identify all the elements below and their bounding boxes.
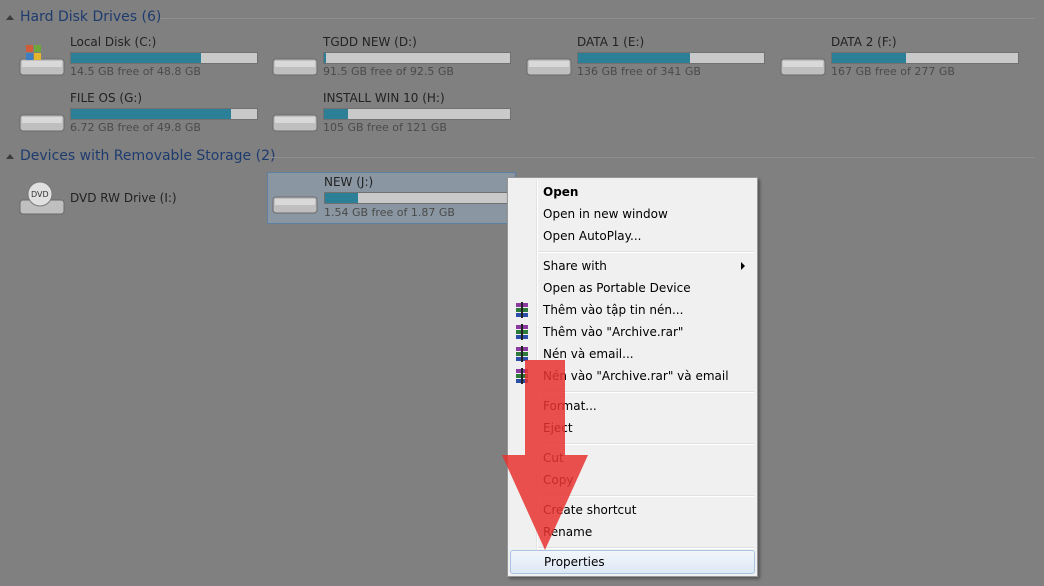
menu-item-rename[interactable]: Rename (510, 521, 753, 543)
drive-name: TGDD NEW (D:) (323, 35, 417, 49)
group-title: Hard Disk Drives (6) (20, 9, 162, 25)
drive-name: FILE OS (G:) (70, 91, 143, 105)
menu-separator (538, 251, 754, 253)
menu-separator (538, 547, 754, 549)
hard-drive-icon (780, 58, 826, 76)
group-divider (266, 157, 1035, 158)
group-header-removable-storage[interactable]: Devices with Removable Storage (2) (6, 148, 275, 164)
menu-separator (538, 443, 754, 445)
winrar-icon (516, 324, 528, 340)
free-space: 14.5 GB free of 48.8 GB (70, 65, 201, 78)
drive-e[interactable]: DATA 1 (E:) 136 GB free of 341 GB (525, 35, 775, 85)
menu-item-eject[interactable]: Eject (510, 417, 753, 439)
menu-item-share-with[interactable]: Share with (510, 255, 753, 277)
collapse-arrow-icon[interactable] (6, 14, 14, 20)
capacity-bar (323, 52, 511, 64)
drive-name: Local Disk (C:) (70, 35, 157, 49)
drive-g[interactable]: FILE OS (G:) 6.72 GB free of 49.8 GB (18, 91, 268, 141)
menu-item-open[interactable]: Open (510, 181, 753, 203)
free-space: 136 GB free of 341 GB (577, 65, 701, 78)
capacity-bar (324, 192, 512, 204)
capacity-bar (323, 108, 511, 120)
drive-i-dvd[interactable]: DVD DVD RW Drive (I:) (18, 174, 268, 224)
hard-drive-icon (19, 114, 65, 132)
free-space: 167 GB free of 277 GB (831, 65, 955, 78)
menu-item-create-shortcut[interactable]: Create shortcut (510, 499, 753, 521)
drive-f[interactable]: DATA 2 (F:) 167 GB free of 277 GB (779, 35, 1029, 85)
winrar-icon (516, 368, 528, 384)
menu-separator (538, 391, 754, 393)
submenu-arrow-icon (741, 262, 745, 270)
context-menu: Open Open in new window Open AutoPlay...… (507, 177, 758, 577)
menu-separator (538, 495, 754, 497)
capacity-bar (577, 52, 765, 64)
dvd-drive-icon: DVD (19, 181, 65, 215)
drive-name: INSTALL WIN 10 (H:) (323, 91, 445, 105)
drive-c[interactable]: Local Disk (C:) 14.5 GB free of 48.8 GB (18, 35, 268, 85)
collapse-arrow-icon[interactable] (6, 153, 14, 159)
free-space: 6.72 GB free of 49.8 GB (70, 121, 201, 134)
hard-drive-icon (272, 114, 318, 132)
menu-item-properties[interactable]: Properties (510, 550, 755, 574)
menu-item-winrar-add-archive[interactable]: Thêm vào "Archive.rar" (510, 321, 753, 343)
winrar-icon (516, 346, 528, 362)
menu-item-format[interactable]: Format... (510, 395, 753, 417)
drive-name: NEW (J:) (324, 175, 374, 189)
capacity-bar (70, 108, 258, 120)
menu-item-winrar-add[interactable]: Thêm vào tập tin nén... (510, 299, 753, 321)
hard-drive-icon (272, 58, 318, 76)
free-space: 1.54 GB free of 1.87 GB (324, 206, 455, 219)
svg-text:DVD: DVD (31, 190, 49, 199)
capacity-bar (70, 52, 258, 64)
menu-item-cut[interactable]: Cut (510, 447, 753, 469)
group-header-hard-disk-drives[interactable]: Hard Disk Drives (6) (6, 9, 161, 25)
menu-item-open-portable[interactable]: Open as Portable Device (510, 277, 753, 299)
drive-h[interactable]: INSTALL WIN 10 (H:) 105 GB free of 121 G… (271, 91, 521, 141)
free-space: 91.5 GB free of 92.5 GB (323, 65, 454, 78)
drive-name: DATA 1 (E:) (577, 35, 645, 49)
free-space: 105 GB free of 121 GB (323, 121, 447, 134)
menu-item-winrar-compress-email[interactable]: Nén và email... (510, 343, 753, 365)
winrar-icon (516, 302, 528, 318)
menu-item-copy[interactable]: Copy (510, 469, 753, 491)
menu-item-open-new-window[interactable]: Open in new window (510, 203, 753, 225)
drive-j-usb[interactable]: NEW (J:) 1.54 GB free of 1.87 GB (267, 172, 516, 224)
menu-item-open-autoplay[interactable]: Open AutoPlay... (510, 225, 753, 247)
drive-d[interactable]: TGDD NEW (D:) 91.5 GB free of 92.5 GB (271, 35, 521, 85)
drive-name: DVD RW Drive (I:) (70, 191, 177, 205)
group-divider (160, 18, 1035, 19)
drive-name: DATA 2 (F:) (831, 35, 897, 49)
hard-drive-icon (526, 58, 572, 76)
menu-item-winrar-compress-archive-email[interactable]: Nén vào "Archive.rar" và email (510, 365, 753, 387)
system-drive-icon (19, 45, 65, 76)
usb-drive-icon (272, 196, 318, 214)
capacity-bar (831, 52, 1019, 64)
group-title: Devices with Removable Storage (2) (20, 148, 276, 164)
